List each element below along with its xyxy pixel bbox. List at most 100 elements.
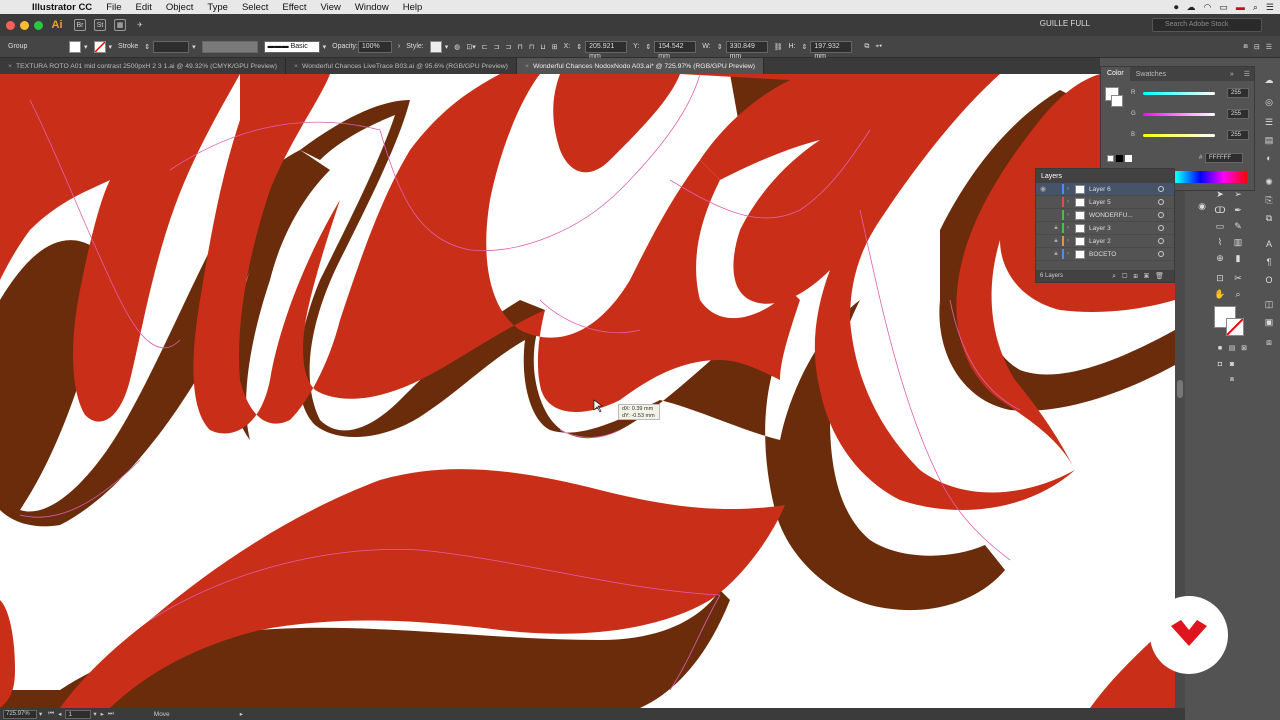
blue-value-input[interactable]: 255 (1227, 130, 1249, 140)
recolor-artwork-icon[interactable]: ◍ (454, 43, 460, 51)
workspace-switcher[interactable]: GUILLE FULL (1040, 19, 1090, 28)
align-right-icon[interactable]: ⊐ (505, 43, 511, 51)
x-stepper[interactable]: ⇕ 205.921 mm (576, 40, 628, 60)
status-menu-arrow-icon[interactable]: ▸ (240, 710, 243, 718)
x-input[interactable]: 205.921 mm (585, 40, 628, 60)
menu-edit[interactable]: Edit (129, 2, 159, 13)
gradient-mode-icon[interactable]: ▤ (1226, 342, 1238, 354)
close-tab-icon[interactable]: × (525, 63, 529, 70)
zoom-dropdown-icon[interactable]: ▾ (39, 710, 42, 718)
color-guide-icon[interactable]: ◐ (1263, 152, 1275, 164)
stroke-label[interactable]: Stroke (118, 43, 138, 50)
expand-arrow-icon[interactable]: › (1067, 199, 1075, 205)
minimize-window-button[interactable] (20, 20, 29, 30)
layers-panel-icon[interactable]: ◫ (1263, 298, 1275, 310)
align-to-icon[interactable]: ⊡▾ (466, 43, 475, 51)
h-input[interactable]: 197.932 mm (810, 40, 853, 60)
white-swatch[interactable] (1125, 155, 1132, 162)
menu-type[interactable]: Type (200, 2, 235, 13)
align-bottom-icon[interactable]: ⊔ (540, 43, 545, 51)
align-hcenter-icon[interactable]: ⊐ (494, 43, 500, 51)
layer-row[interactable]: 🔒︎ › Layer 2 (1036, 235, 1174, 248)
stock-icon[interactable]: St (94, 19, 106, 31)
pen-tool-icon[interactable]: ✒ (1232, 204, 1244, 216)
links-icon[interactable]: ⧈ (1263, 336, 1275, 348)
close-window-button[interactable] (6, 20, 15, 30)
symbols-icon[interactable]: ⎘ (1263, 194, 1275, 206)
stroke-weight-stepper[interactable]: ⇕ ▾ (144, 40, 196, 53)
battery-icon[interactable]: ▭ (1219, 2, 1228, 13)
opacity-arrow-icon[interactable]: › (398, 43, 400, 50)
paintbrush-tool-icon[interactable]: ✎ (1232, 220, 1244, 232)
tab-swatches[interactable]: Swatches (1130, 71, 1172, 78)
graph-tool-icon[interactable]: ▮ (1232, 252, 1244, 264)
target-circle-icon[interactable] (1158, 186, 1164, 192)
red-slider[interactable]: R 255 (1131, 88, 1249, 98)
zoom-window-button[interactable] (34, 20, 43, 30)
blue-slider[interactable]: B 255 (1131, 130, 1249, 140)
constrain-proportions-icon[interactable]: ⛓ (774, 43, 783, 51)
tab-textura-roto[interactable]: × TEXTURA ROTO A01 mid contrast 2500pxH 2… (0, 58, 286, 74)
black-swatch[interactable] (1116, 155, 1123, 162)
opacity-input[interactable]: 100% (357, 40, 392, 53)
stroke-color-box[interactable] (1226, 318, 1244, 336)
paragraph-icon[interactable]: ¶ (1263, 256, 1275, 268)
eyedropper-tool-icon[interactable]: ⌇ (1214, 236, 1226, 248)
record-icon[interactable]: ⏺ (1174, 2, 1179, 13)
last-artboard-icon[interactable]: ⏭ (108, 710, 114, 718)
green-value-input[interactable]: 255 (1227, 109, 1249, 119)
tab-color[interactable]: Color (1101, 67, 1130, 81)
panel-menu-icon[interactable]: ☰ (1244, 70, 1250, 78)
wifi-icon[interactable]: ◠ (1204, 2, 1212, 13)
none-swatch[interactable] (1107, 155, 1114, 162)
zoom-level-input[interactable]: 725.97% (3, 709, 37, 719)
target-circle-icon[interactable] (1158, 238, 1164, 244)
lock-icon[interactable]: 🔒︎ (1050, 251, 1062, 258)
prev-artboard-icon[interactable]: ◂ (58, 710, 61, 718)
arrange-documents-icon[interactable]: ▦ (114, 19, 126, 31)
close-tab-icon[interactable]: × (294, 63, 298, 70)
target-circle-icon[interactable] (1158, 251, 1164, 257)
layer-row[interactable]: › WONDERFU... (1036, 209, 1174, 222)
opacity-label[interactable]: Opacity: (332, 43, 358, 50)
fill-swatch[interactable]: ▾ (69, 40, 88, 53)
screen-mode-icon[interactable]: ◙ (1226, 358, 1238, 370)
cloud-icon[interactable]: ☁ (1187, 2, 1196, 13)
change-screen-mode-icon[interactable]: ⧈ (1226, 374, 1238, 386)
layer-row[interactable]: 🔒︎ › BOCETO (1036, 248, 1174, 261)
artboards-icon[interactable]: ▣ (1263, 316, 1275, 328)
properties-icon[interactable]: ◎ (1263, 96, 1275, 108)
rectangle-tool-icon[interactable]: ▭ (1214, 220, 1226, 232)
layers-title[interactable]: Layers (1041, 173, 1062, 180)
expand-arrow-icon[interactable]: › (1067, 186, 1075, 192)
expand-arrow-icon[interactable]: › (1067, 212, 1075, 218)
menu-icon[interactable]: ☰ (1266, 43, 1272, 51)
gpu-performance-icon[interactable]: ✈ (134, 19, 146, 31)
variable-width-profile[interactable] (201, 40, 258, 53)
bridge-icon[interactable]: Br (74, 19, 86, 31)
menu-object[interactable]: Object (159, 2, 200, 13)
opentype-icon[interactable]: O (1263, 274, 1275, 286)
lettering-artwork[interactable] (0, 74, 1175, 708)
close-tab-icon[interactable]: × (8, 63, 12, 70)
artboard-number-input[interactable]: 1 (65, 709, 92, 719)
none-mode-icon[interactable]: ⊠ (1238, 342, 1250, 354)
align-panel-icon[interactable]: ☰ (1263, 116, 1275, 128)
layer-row[interactable]: ◉ › Layer 6 (1036, 183, 1174, 196)
character-icon[interactable]: A (1263, 238, 1275, 250)
brush-definition-select[interactable]: ▬▬▬ Basic ▾ (263, 40, 326, 53)
menu-app-name[interactable]: Illustrator CC (22, 2, 99, 13)
reference-point-icon[interactable]: ⊞ (552, 43, 558, 51)
spotlight-icon[interactable]: ⌕ (1253, 2, 1258, 13)
first-artboard-icon[interactable]: ⏮ (48, 710, 54, 718)
visibility-eye-icon[interactable]: ◉ (1036, 185, 1050, 193)
transform-icon[interactable]: ⧉ (864, 43, 869, 51)
clipping-mask-icon[interactable]: ▢ (1122, 273, 1133, 280)
menu-effect[interactable]: Effect (275, 2, 313, 13)
hand-tool-icon[interactable]: ✋ (1214, 288, 1226, 300)
graphic-style-swatch[interactable]: ▾ (429, 40, 448, 53)
stroke-swatch[interactable]: ▾ (93, 40, 112, 53)
menu-select[interactable]: Select (235, 2, 275, 13)
zoom-tool-icon[interactable]: ⌕ (1232, 288, 1244, 300)
draw-mode-icon[interactable]: ◘ (1214, 358, 1226, 370)
